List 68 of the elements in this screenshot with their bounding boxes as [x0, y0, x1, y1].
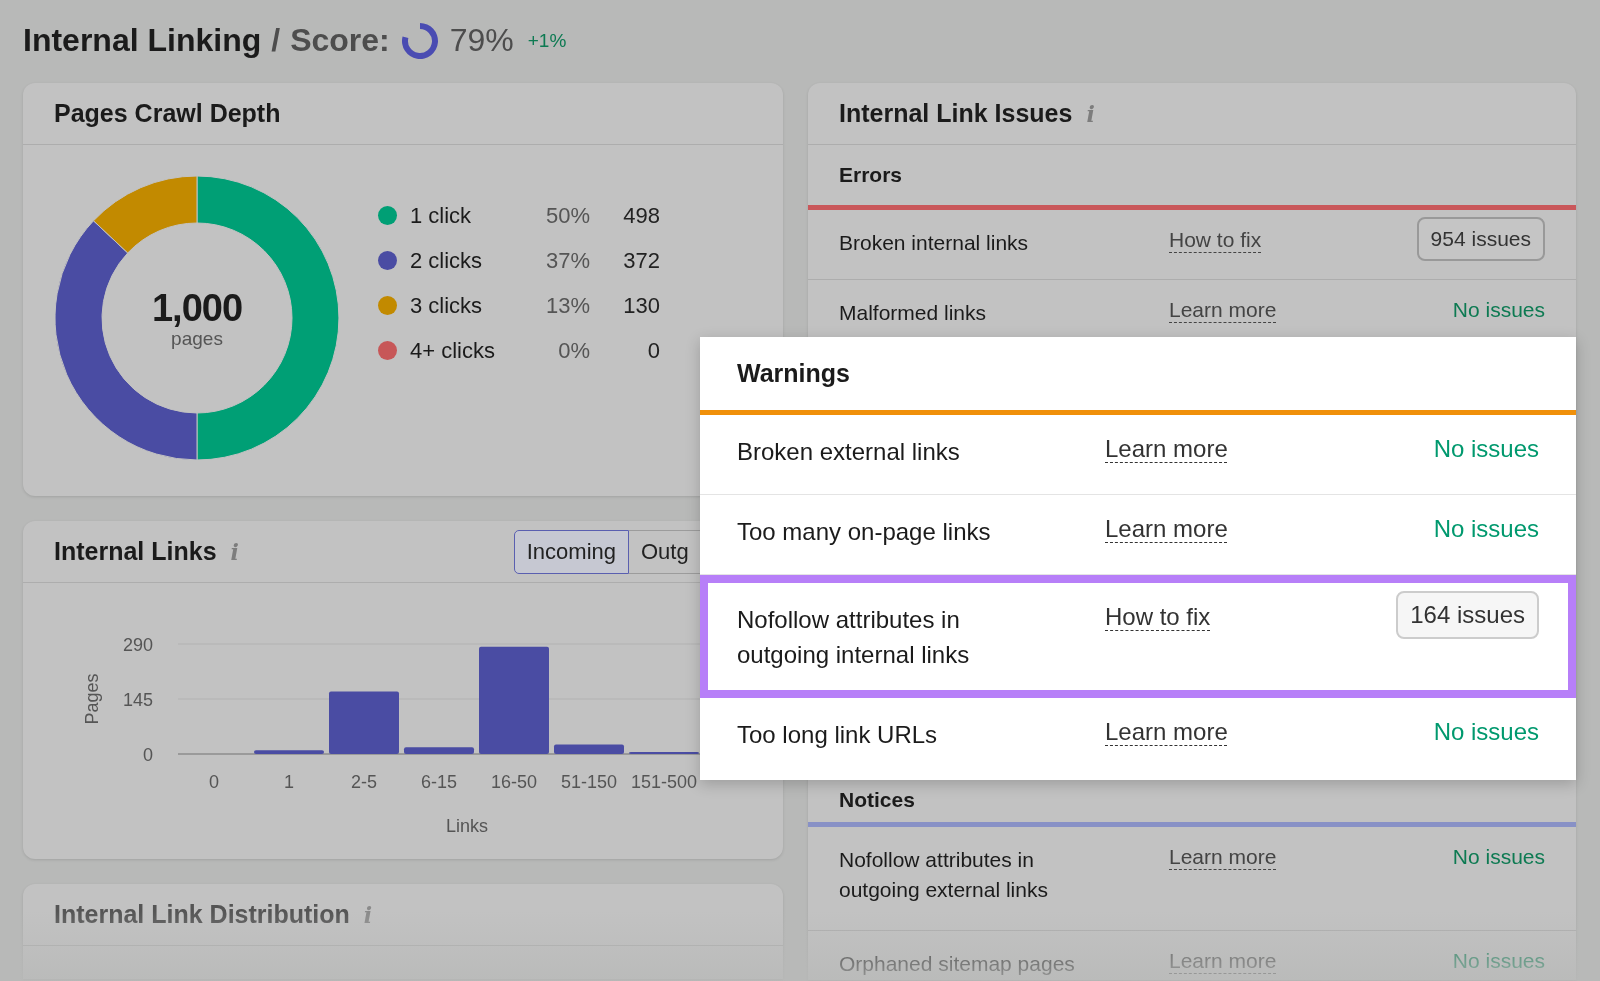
issue-name: Orphaned sitemap pages — [839, 951, 1076, 977]
legend-label: 2 clicks — [410, 247, 484, 274]
bar — [329, 691, 399, 754]
legend-label: 3 clicks — [410, 292, 484, 319]
group-title: Errors — [839, 163, 903, 187]
issue-name: Nofollow attributes in outgoing internal links — [737, 605, 971, 670]
x-tick-label: 1 — [284, 772, 294, 792]
y-tick-label: 290 — [122, 635, 153, 655]
status-text: No issues — [1433, 718, 1539, 746]
issue-name: Nofollow attributes in outgoing external links — [839, 847, 1049, 904]
legend-count: 0 — [646, 337, 660, 364]
y-axis-title: Pages — [82, 673, 102, 725]
help-link[interactable]: Learn more — [1105, 718, 1228, 746]
legend-label: 4+ clicks — [410, 337, 496, 364]
help-link[interactable]: How to fix — [1105, 603, 1211, 631]
chart-tab[interactable]: Outg — [629, 529, 700, 574]
legend-percent: 0% — [557, 337, 590, 364]
bar — [254, 750, 324, 754]
issue-name: Malformed links — [839, 300, 988, 326]
legend-count: 498 — [622, 202, 660, 229]
x-tick-label: 51-150 — [560, 772, 618, 792]
issue-name: Broken external links — [737, 437, 961, 467]
legend-percent: 13% — [544, 292, 590, 319]
status-text: No issues — [1452, 949, 1545, 973]
title-separator: / — [271, 22, 281, 59]
status-text: No issues — [1452, 298, 1545, 322]
bar — [554, 744, 624, 754]
help-link[interactable]: Learn more — [1105, 515, 1228, 543]
score-ring-icon — [399, 20, 440, 61]
bar — [404, 747, 474, 754]
x-tick-label: 2-5 — [351, 772, 377, 792]
legend-percent: 50% — [544, 202, 590, 229]
status-text: No issues — [1433, 515, 1539, 543]
issues-count-button[interactable]: 954 issues — [1416, 217, 1545, 261]
group-title: Notices — [839, 788, 915, 812]
issue-name: Too many on-page links — [737, 517, 992, 547]
status-text: No issues — [1433, 435, 1539, 463]
x-tick-label: 16-50 — [491, 772, 537, 792]
x-axis-title: Links — [446, 816, 488, 836]
legend-label: 1 click — [410, 202, 473, 229]
score-value: 79% — [449, 22, 514, 59]
status-text: No issues — [1452, 845, 1545, 869]
score-label: Score: — [290, 22, 390, 59]
issue-name: Broken internal links — [839, 230, 1030, 256]
card-title: Pages Crawl Depth — [54, 99, 281, 128]
help-link[interactable]: Learn more — [1105, 435, 1228, 463]
x-tick-label: 6-15 — [421, 772, 457, 792]
total-pages: 1,000 — [151, 286, 243, 330]
x-tick-label: 0 — [209, 772, 219, 792]
legend-percent: 37% — [544, 247, 590, 274]
x-tick-label: 151-500 — [630, 772, 698, 792]
help-link[interactable]: Learn more — [1169, 298, 1277, 322]
legend-count: 372 — [622, 247, 660, 274]
y-tick-label: 145 — [122, 690, 153, 710]
card-title: Internal Link Distribution — [54, 900, 350, 929]
issues-count-button[interactable]: 164 issues — [1396, 591, 1539, 639]
legend-count: 130 — [622, 292, 660, 319]
score-change: +1% — [527, 29, 567, 52]
help-link[interactable]: How to fix — [1169, 228, 1262, 252]
chart-tab[interactable]: Incoming — [513, 529, 629, 574]
card-title: Internal Link Issues — [839, 99, 1073, 128]
group-title: Warnings — [737, 359, 850, 388]
total-label: pages — [171, 327, 223, 350]
help-link[interactable]: Learn more — [1169, 845, 1277, 869]
issue-name: Too long link URLs — [737, 720, 939, 750]
page-title: Internal Linking — [23, 22, 262, 59]
card-title: Internal Links — [54, 537, 217, 566]
y-tick-label: 0 — [143, 745, 153, 765]
